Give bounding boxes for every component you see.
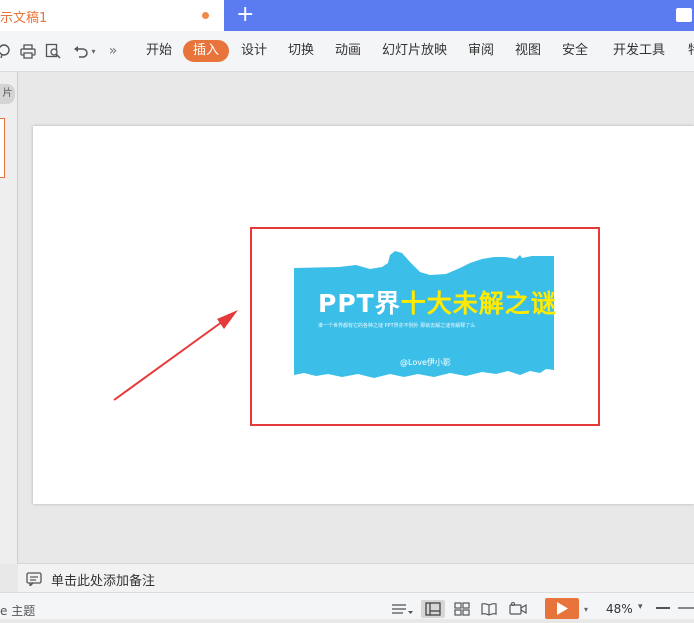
play-dropdown-icon[interactable]: ▾ (581, 600, 591, 618)
play-icon (557, 602, 568, 615)
status-bar: e 主题 ▾ 48% ▾ (0, 592, 694, 619)
thumbnail-toggle-button[interactable]: 片 (0, 84, 15, 104)
tab-bar: 示文稿1 + (0, 0, 694, 31)
zoom-level[interactable]: 48% (606, 602, 633, 616)
menu-insert[interactable]: 插入 (183, 40, 230, 62)
slide-thumbnail[interactable] (0, 118, 5, 178)
undo-dropdown-icon[interactable]: ▾ (89, 40, 98, 62)
reading-view-icon[interactable] (478, 600, 500, 618)
highlight-box (250, 227, 600, 426)
normal-view-icon[interactable] (421, 600, 445, 618)
notes-placeholder: 单击此处添加备注 (51, 574, 156, 589)
ribbon: ▾ » 开始 插入 设计 切换 动画 幻灯片放映 审阅 视图 安全 开发工具 特 (0, 31, 694, 72)
menu-developer[interactable]: 开发工具 (613, 40, 665, 62)
more-tools-icon[interactable]: » (106, 40, 120, 62)
document-tab-title: 示文稿1 (0, 11, 48, 26)
notes-icon (26, 571, 42, 590)
unsaved-dot-icon (202, 12, 209, 19)
menu-security[interactable]: 安全 (562, 40, 588, 62)
menu-slideshow[interactable]: 幻灯片放映 (382, 40, 447, 62)
lasso-icon[interactable] (0, 40, 12, 62)
notes-pane[interactable]: 单击此处添加备注 (18, 563, 694, 593)
slide-thumbnail-panel: 片 (0, 72, 18, 564)
tab-strip (224, 0, 694, 31)
menu-design[interactable]: 设计 (241, 40, 267, 62)
menu-review[interactable]: 审阅 (468, 40, 494, 62)
red-arrow-icon (113, 310, 238, 401)
window-restore-icon[interactable] (676, 8, 692, 22)
print-icon[interactable] (18, 40, 38, 62)
play-slideshow-button[interactable] (545, 598, 579, 619)
menu-special[interactable]: 特 (688, 40, 694, 62)
slide-sorter-icon[interactable] (451, 600, 473, 618)
zoom-out-icon[interactable] (656, 607, 670, 609)
new-tab-plus-icon[interactable]: + (236, 2, 254, 28)
menu-animations[interactable]: 动画 (335, 40, 361, 62)
document-tab[interactable]: 示文稿1 (0, 0, 224, 31)
zoom-slider[interactable] (678, 607, 694, 609)
notes-toggle-icon[interactable] (389, 600, 415, 618)
print-preview-icon[interactable] (43, 40, 63, 62)
menu-transitions[interactable]: 切换 (288, 40, 314, 62)
theme-label: e 主题 (0, 604, 36, 618)
zoom-dropdown-icon[interactable]: ▾ (638, 602, 643, 612)
undo-icon[interactable] (70, 40, 90, 62)
presenter-camera-icon[interactable] (506, 600, 530, 618)
menu-view[interactable]: 视图 (515, 40, 541, 62)
menu-home[interactable]: 开始 (146, 40, 172, 62)
